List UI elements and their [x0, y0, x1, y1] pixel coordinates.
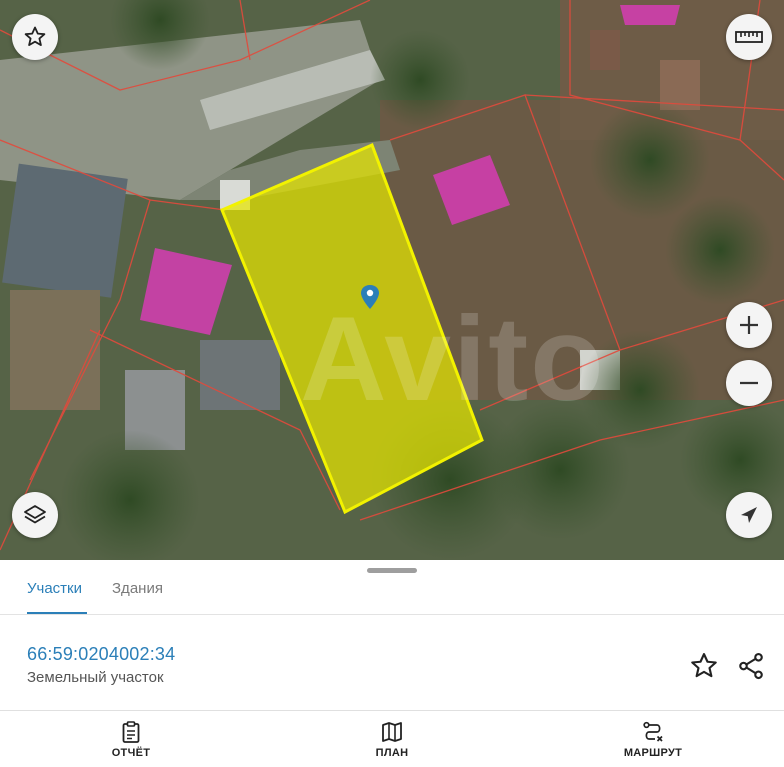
divider — [0, 710, 784, 711]
active-tab-indicator — [27, 612, 87, 614]
plus-icon — [740, 316, 758, 334]
share-button[interactable] — [736, 651, 766, 681]
layers-button[interactable] — [12, 492, 58, 538]
share-icon — [739, 652, 763, 680]
ruler-icon — [735, 31, 763, 43]
map-book-icon — [382, 722, 402, 742]
minus-icon — [740, 381, 758, 385]
layers-icon — [24, 505, 46, 524]
tab-bar: Участки Здания — [0, 574, 784, 615]
zoom-out-button[interactable] — [726, 360, 772, 406]
drag-handle[interactable] — [367, 568, 417, 573]
report-button[interactable]: ОТЧЁТ — [76, 718, 186, 764]
cadastral-number[interactable]: 66:59:0204002:34 — [27, 644, 175, 665]
tab-parcels[interactable]: Участки — [27, 580, 82, 597]
plan-label: ПЛАН — [375, 747, 409, 759]
tab-buildings[interactable]: Здания — [112, 580, 163, 597]
navigation-arrow-icon — [741, 507, 757, 523]
map-view[interactable]: Avito — [0, 0, 784, 560]
building-overlay — [620, 5, 680, 25]
favorite-button[interactable] — [689, 651, 719, 681]
report-label: ОТЧЁТ — [111, 747, 151, 759]
route-button[interactable]: МАРШРУТ — [598, 718, 708, 764]
clipboard-icon — [122, 721, 140, 743]
zoom-in-button[interactable] — [726, 302, 772, 348]
parcel-type-label: Земельный участок — [27, 669, 164, 686]
star-icon — [691, 653, 717, 678]
favorite-map-button[interactable] — [12, 14, 58, 60]
plan-button[interactable]: ПЛАН — [337, 718, 447, 764]
route-label: МАРШРУТ — [623, 747, 683, 759]
locate-button[interactable] — [726, 492, 772, 538]
star-icon — [24, 26, 46, 46]
bottom-sheet: Участки Здания 66:59:0204002:34 Земельны… — [0, 560, 784, 767]
route-icon — [643, 721, 663, 742]
ruler-button[interactable] — [726, 14, 772, 60]
satellite-imagery — [0, 0, 784, 560]
